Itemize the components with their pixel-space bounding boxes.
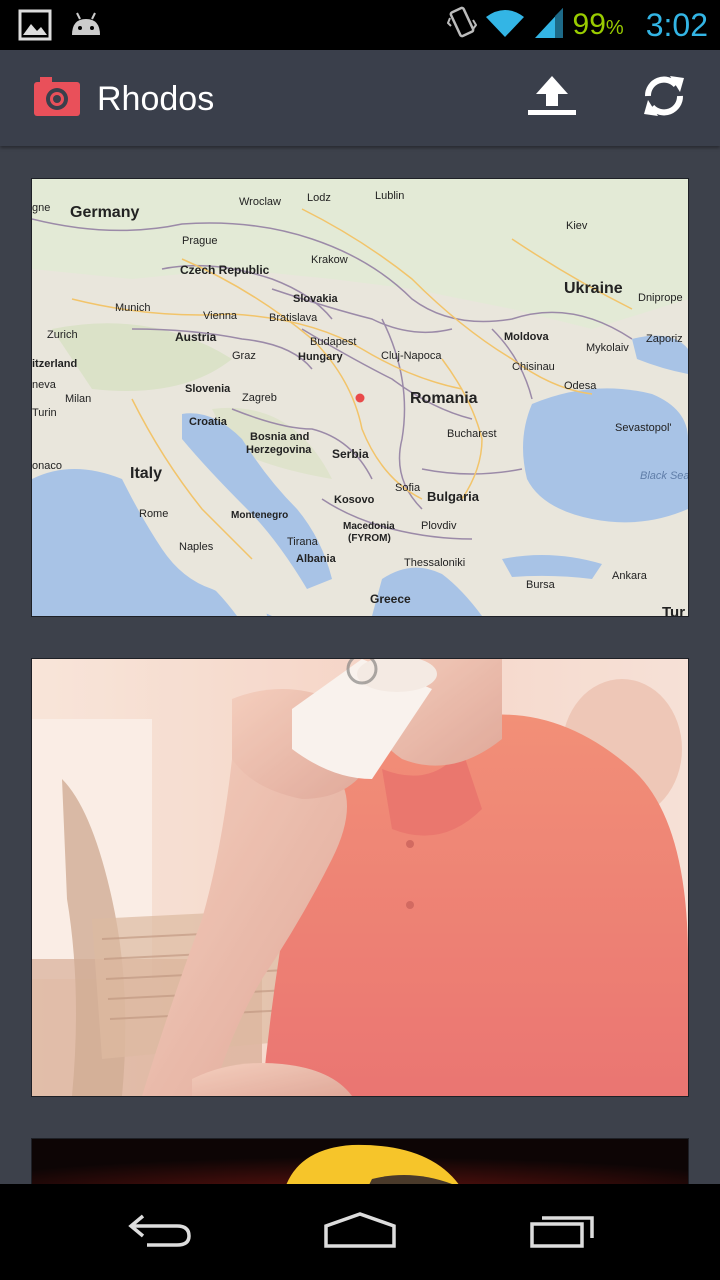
map-label: (FYROM) [348, 533, 391, 544]
map-label: Plovdiv [421, 520, 457, 532]
map-label: Kosovo [334, 494, 375, 506]
map-label: Zagreb [242, 392, 277, 404]
location-marker [355, 393, 365, 403]
map-label: Ukraine [564, 280, 623, 297]
battery-percent-symbol: % [605, 17, 624, 39]
upload-button[interactable] [526, 72, 578, 124]
map-label: Cluj-Napoca [381, 350, 442, 362]
map-label: Hungary [298, 351, 344, 363]
map-label: Moldova [504, 331, 549, 343]
map-label: Bulgaria [427, 489, 480, 504]
map-label: Black Sea [640, 470, 688, 482]
map-label: Montenegro [231, 510, 288, 521]
map-label: Bucharest [447, 428, 497, 440]
map-label: Bosnia and [250, 431, 309, 443]
map-label: Slovakia [293, 293, 339, 305]
map-label: Tur [662, 604, 685, 616]
person-drinking-coffee-photo [32, 659, 688, 1096]
map-label: Croatia [189, 416, 228, 428]
map-label: Naples [179, 541, 214, 553]
action-bar: Rhodos [0, 50, 720, 146]
map-label: Kiev [566, 220, 588, 232]
home-icon [322, 1210, 398, 1255]
map-label: Vienna [203, 310, 238, 322]
navigation-bar [0, 1184, 720, 1280]
map-label: Albania [296, 553, 337, 565]
map-label: Graz [232, 350, 256, 362]
map-label: Austria [175, 330, 217, 344]
map-label: Zaporiz [646, 333, 683, 345]
map-label: onaco [32, 460, 62, 472]
map-label: Sevastopol' [615, 422, 672, 434]
battery-text: 99% [573, 8, 624, 42]
map-label: Zurich [47, 329, 78, 341]
map-label: itzerland [32, 358, 77, 370]
map-label: Serbia [332, 447, 369, 461]
map-label: Italy [130, 465, 162, 482]
refresh-button[interactable] [638, 72, 690, 124]
app-title: Rhodos [97, 80, 215, 118]
yellow-character-photo [32, 1139, 688, 1184]
upload-icon [528, 75, 576, 121]
map-image: gne Germany Wroclaw Lodz Lublin Kiev Pra… [32, 179, 688, 616]
map-label: Chisinau [512, 361, 555, 373]
map-label: Macedonia [343, 521, 395, 532]
map-label: Bursa [526, 579, 556, 591]
map-label: Ankara [612, 570, 648, 582]
image-notification-icon [18, 9, 52, 46]
vibrate-icon [446, 4, 477, 47]
map-card[interactable]: gne Germany Wroclaw Lodz Lublin Kiev Pra… [31, 178, 689, 617]
map-label: Lodz [307, 192, 331, 204]
photo-card[interactable] [31, 658, 689, 1097]
map-label: Germany [70, 204, 139, 221]
map-label: Krakow [311, 254, 348, 266]
back-button[interactable] [115, 1204, 205, 1260]
photo-feed[interactable]: gne Germany Wroclaw Lodz Lublin Kiev Pra… [0, 146, 720, 1184]
battery-number: 99 [572, 8, 606, 41]
android-notification-icon [68, 9, 104, 46]
refresh-icon [640, 72, 688, 125]
home-button[interactable] [315, 1204, 405, 1260]
map-label: Sofia [395, 482, 421, 494]
recent-apps-icon [528, 1210, 598, 1255]
map-label: Mykolaiv [586, 342, 629, 354]
map-label: Milan [65, 393, 91, 405]
map-label: Prague [182, 235, 217, 247]
map-label: gne [32, 202, 50, 214]
status-bar: 99% 3:02 [0, 0, 720, 50]
wifi-icon [485, 7, 525, 44]
map-label: Turin [32, 407, 57, 419]
map-label: Tirana [287, 536, 319, 548]
map-label: Dnipropе [638, 292, 683, 304]
map-label: Romania [410, 390, 478, 407]
map-label: Munich [115, 302, 150, 314]
map-label: Budapest [310, 336, 356, 348]
yellow-character-card[interactable] [31, 1138, 689, 1184]
recent-apps-button[interactable] [518, 1204, 608, 1260]
map-label: Slovenia [185, 383, 231, 395]
signal-icon [533, 6, 565, 45]
map-label: Wroclaw [239, 196, 281, 208]
map-label: Thessaloniki [404, 557, 465, 569]
camera-icon[interactable] [34, 76, 80, 116]
map-label: Herzegovina [246, 444, 312, 456]
map-label: Rome [139, 508, 168, 520]
map-label: Odesa [564, 380, 597, 392]
map-label: Greece [370, 592, 411, 606]
back-icon [125, 1210, 195, 1255]
map-label: Lublin [375, 190, 404, 202]
map-label: Czech Republic [180, 263, 270, 277]
clock: 3:02 [645, 6, 708, 43]
map-label: Bratislava [269, 312, 318, 324]
map-label: neva [32, 379, 57, 391]
